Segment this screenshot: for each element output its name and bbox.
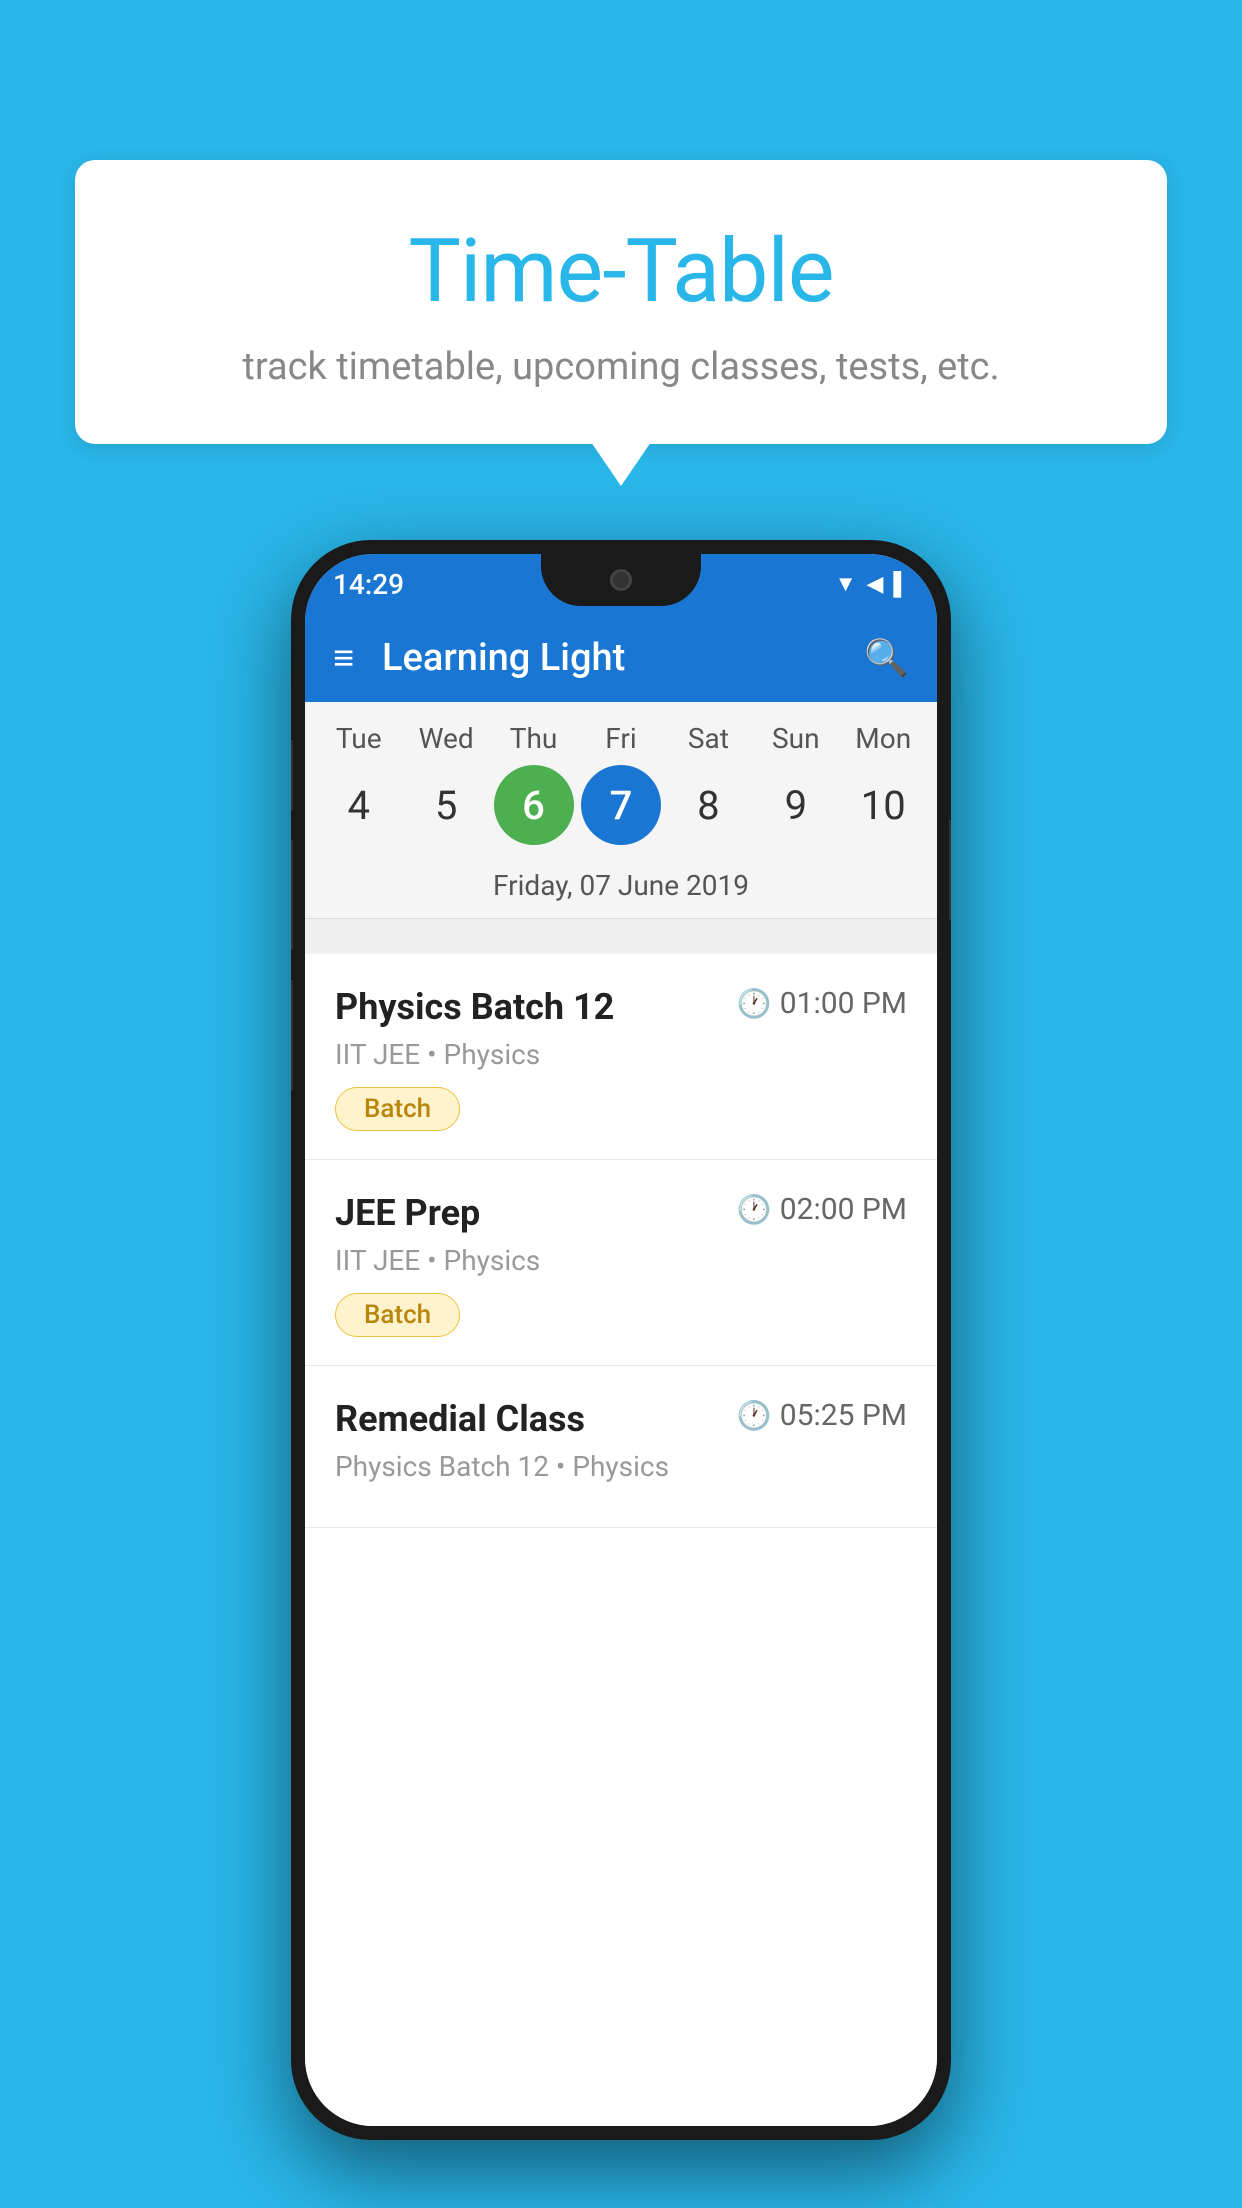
day-7-selected[interactable]: 7 bbox=[581, 765, 661, 845]
clock-icon-3: 🕐 bbox=[737, 1399, 772, 1432]
selected-date-label: Friday, 07 June 2019 bbox=[305, 859, 937, 919]
schedule-item-2-header: JEE Prep 🕐 02:00 PM bbox=[335, 1192, 907, 1234]
wifi-icon: ▼ bbox=[835, 571, 857, 597]
volume-down-button bbox=[291, 840, 293, 950]
schedule-item-3-time: 🕐 05:25 PM bbox=[737, 1398, 907, 1433]
speech-bubble-container: Time-Table track timetable, upcoming cla… bbox=[75, 160, 1167, 444]
day-5[interactable]: 5 bbox=[406, 765, 486, 845]
day-header-sat: Sat bbox=[668, 722, 748, 755]
signal-icon: ◀ bbox=[866, 572, 883, 597]
batch-badge-1: Batch bbox=[335, 1087, 460, 1131]
status-time: 14:29 bbox=[333, 568, 404, 601]
clock-icon-2: 🕐 bbox=[737, 1193, 772, 1226]
schedule-item-1-header: Physics Batch 12 🕐 01:00 PM bbox=[335, 986, 907, 1028]
day-header-fri: Fri bbox=[581, 722, 661, 755]
day-header-tue: Tue bbox=[319, 722, 399, 755]
day-9[interactable]: 9 bbox=[756, 765, 836, 845]
calendar-strip: Tue Wed Thu Fri Sat Sun Mon 4 5 6 7 8 9 … bbox=[305, 702, 937, 919]
power-button bbox=[949, 820, 951, 920]
front-camera bbox=[610, 569, 632, 591]
day-header-thu: Thu bbox=[494, 722, 574, 755]
schedule-item-1[interactable]: Physics Batch 12 🕐 01:00 PM IIT JEE • Ph… bbox=[305, 954, 937, 1160]
clock-icon-1: 🕐 bbox=[737, 987, 772, 1020]
schedule-item-3-header: Remedial Class 🕐 05:25 PM bbox=[335, 1398, 907, 1440]
app-title: Learning Light bbox=[382, 636, 864, 680]
schedule-item-3-sub: Physics Batch 12 • Physics bbox=[335, 1450, 907, 1483]
phone-outer: 14:29 ▼ ◀ ▌ ≡ Learning Light 🔍 Tue Wed T… bbox=[291, 540, 951, 2140]
schedule-item-2-title: JEE Prep bbox=[335, 1192, 480, 1234]
schedule-item-2[interactable]: JEE Prep 🕐 02:00 PM IIT JEE • Physics Ba… bbox=[305, 1160, 937, 1366]
bubble-title: Time-Table bbox=[125, 220, 1117, 323]
phone-screen: 14:29 ▼ ◀ ▌ ≡ Learning Light 🔍 Tue Wed T… bbox=[305, 554, 937, 2126]
day-4[interactable]: 4 bbox=[319, 765, 399, 845]
schedule-item-2-time: 🕐 02:00 PM bbox=[737, 1192, 907, 1227]
silent-button bbox=[291, 980, 293, 1090]
battery-icon: ▌ bbox=[893, 571, 909, 597]
phone-mockup: 14:29 ▼ ◀ ▌ ≡ Learning Light 🔍 Tue Wed T… bbox=[291, 540, 951, 2140]
schedule-item-1-sub: IIT JEE • Physics bbox=[335, 1038, 907, 1071]
day-header-wed: Wed bbox=[406, 722, 486, 755]
notch bbox=[541, 554, 701, 606]
day-headers: Tue Wed Thu Fri Sat Sun Mon bbox=[305, 722, 937, 755]
app-bar: ≡ Learning Light 🔍 bbox=[305, 614, 937, 702]
schedule-item-3-title: Remedial Class bbox=[335, 1398, 585, 1440]
day-10[interactable]: 10 bbox=[843, 765, 923, 845]
batch-badge-2: Batch bbox=[335, 1293, 460, 1337]
hamburger-icon[interactable]: ≡ bbox=[333, 640, 354, 676]
day-header-sun: Sun bbox=[756, 722, 836, 755]
volume-up-button bbox=[291, 740, 293, 810]
status-icons: ▼ ◀ ▌ bbox=[835, 571, 909, 597]
bubble-subtitle: track timetable, upcoming classes, tests… bbox=[125, 345, 1117, 389]
day-header-mon: Mon bbox=[843, 722, 923, 755]
search-icon[interactable]: 🔍 bbox=[864, 637, 909, 679]
day-numbers: 4 5 6 7 8 9 10 bbox=[305, 765, 937, 845]
schedule-item-1-time: 🕐 01:00 PM bbox=[737, 986, 907, 1021]
day-8[interactable]: 8 bbox=[668, 765, 748, 845]
speech-bubble: Time-Table track timetable, upcoming cla… bbox=[75, 160, 1167, 444]
schedule-item-1-title: Physics Batch 12 bbox=[335, 986, 614, 1028]
schedule-item-2-sub: IIT JEE • Physics bbox=[335, 1244, 907, 1277]
schedule-list: Physics Batch 12 🕐 01:00 PM IIT JEE • Ph… bbox=[305, 954, 937, 2126]
schedule-item-3[interactable]: Remedial Class 🕐 05:25 PM Physics Batch … bbox=[305, 1366, 937, 1528]
day-6-today[interactable]: 6 bbox=[494, 765, 574, 845]
